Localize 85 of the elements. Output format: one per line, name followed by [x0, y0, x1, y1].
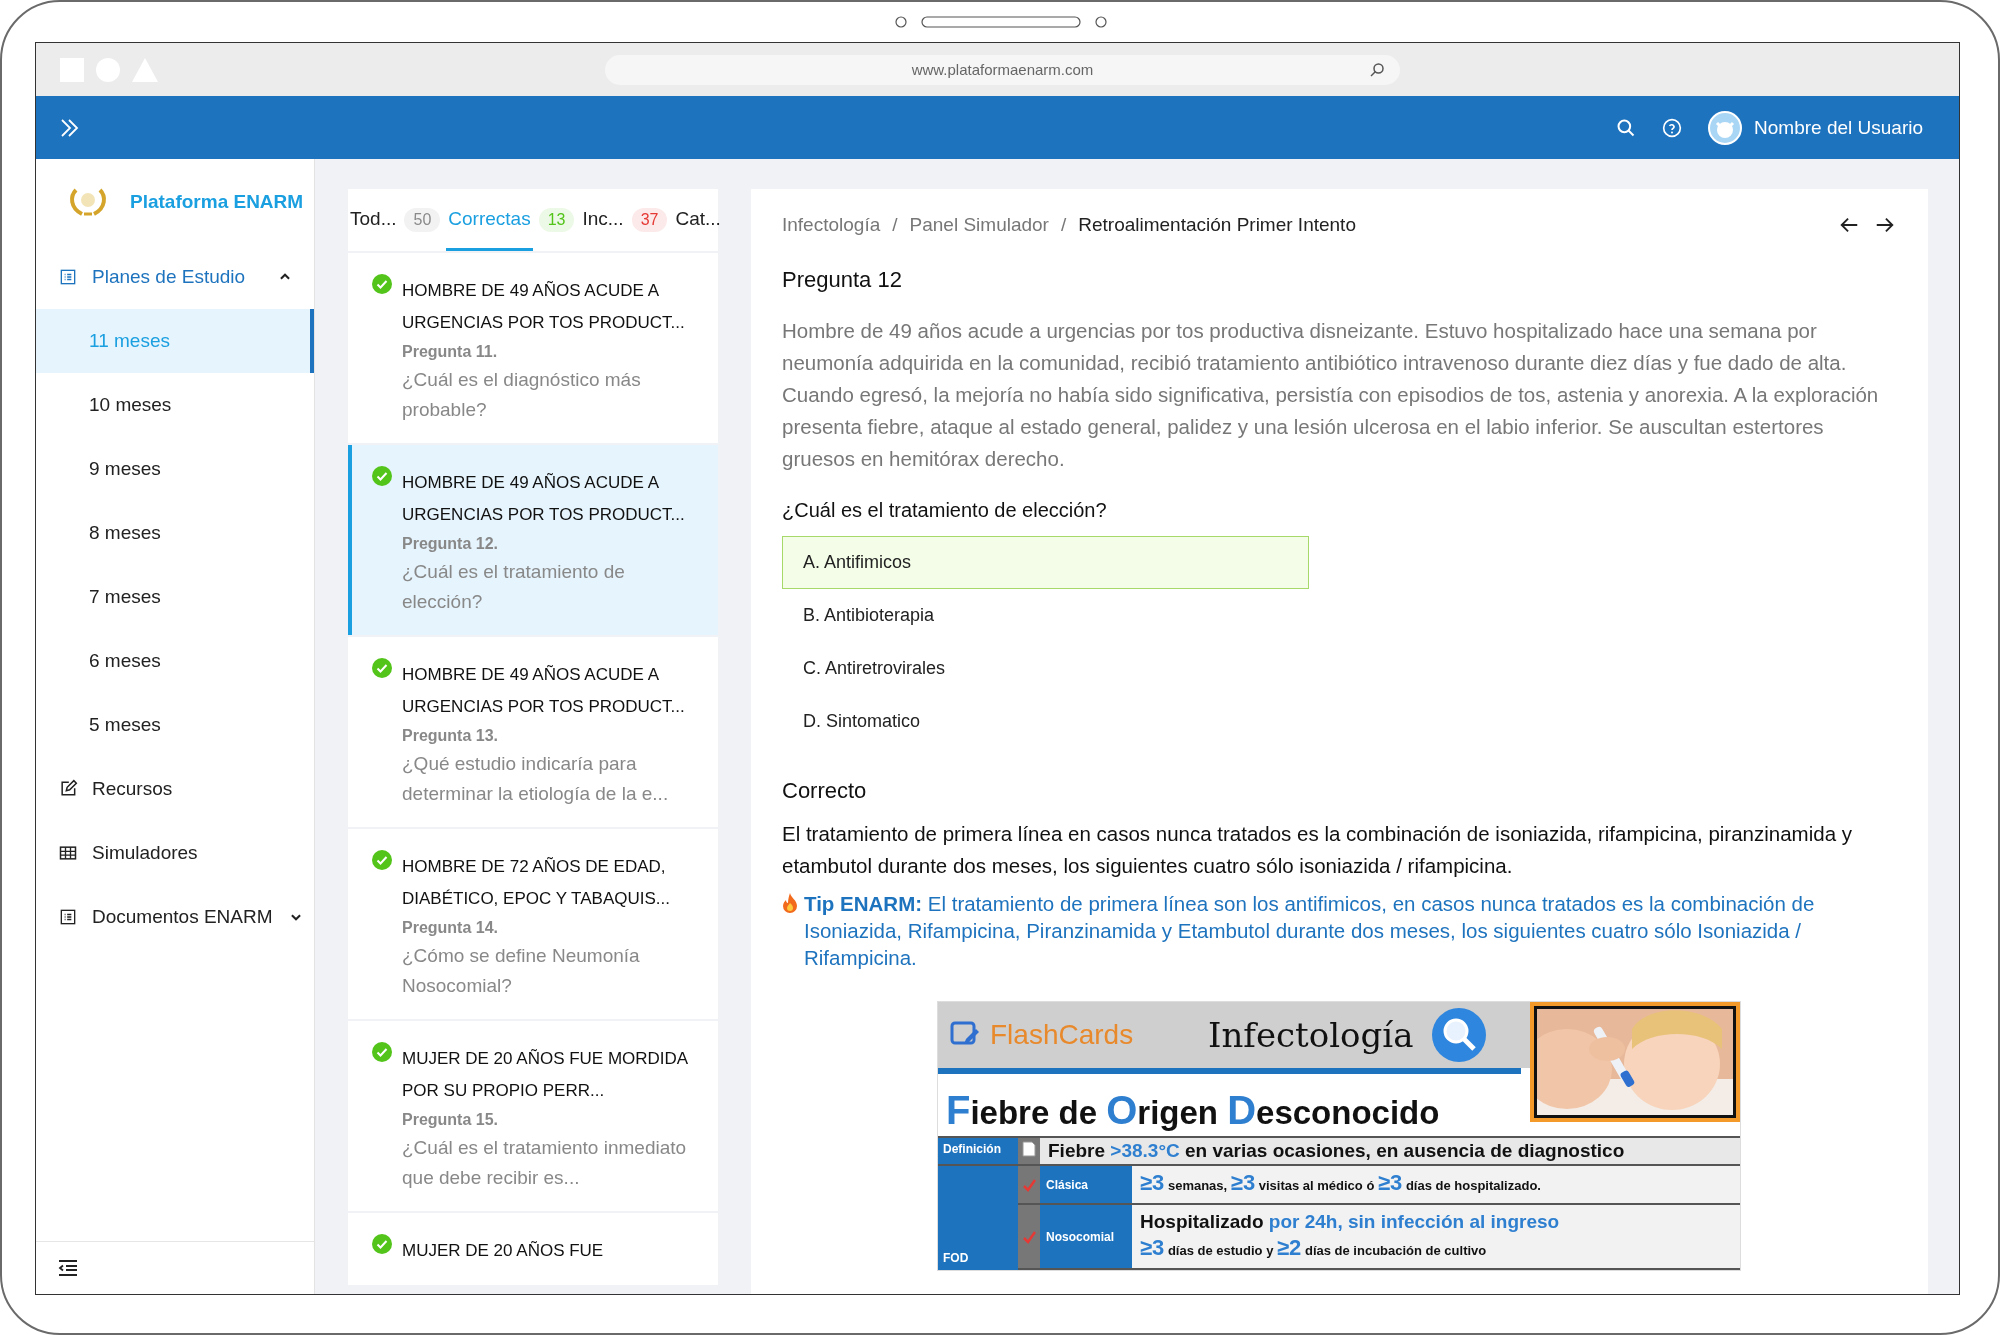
table-icon: [58, 843, 78, 863]
question-title: MUJER DE 20 AÑOS FUE: [402, 1240, 604, 1262]
row-label: Clásica: [1040, 1166, 1132, 1203]
search-icon: [1368, 60, 1386, 79]
question-card[interactable]: HOMBRE DE 49 AÑOS ACUDE A URGENCIAS POR TOS PRODUCT... Pregunta 13. ¿Qué estudio indicaría para determinar la etiología de la e...: [348, 637, 718, 827]
sidebar-subitem[interactable]: 9 meses: [36, 437, 314, 501]
speaker-slot-icon: [920, 16, 1081, 28]
breadcrumb-separator: /: [1060, 214, 1067, 236]
sidebar-subitem[interactable]: 6 meses: [36, 629, 314, 693]
question-card[interactable]: HOMBRE DE 72 AÑOS DE EDAD, DIABÉTICO, EPOC Y TABAQUIS... Pregunta 14. ¿Cómo se define Neumonía Nosocomial?: [348, 829, 718, 1019]
answer-option[interactable]: D. Sintomatico: [782, 695, 1309, 748]
result-heading: Correcto: [782, 778, 868, 804]
question-number: Pregunta 13.: [402, 727, 500, 745]
row-label: Definición: [938, 1138, 1018, 1164]
breadcrumb-item: Retroalimentación Primer Intento: [1078, 214, 1356, 236]
count-badge: 37: [631, 208, 668, 232]
collapse-menu-icon[interactable]: [58, 1259, 78, 1277]
explanation-text: El tratamiento de primera línea en casos nunca tratados es la combinación de isoniazida, rifampicina, piranzinamida y etambutol durante dos meses, los siguientes cuatro sólo isoniazida / rifampicina.: [782, 821, 1853, 879]
flashcards-brand: FlashCards: [990, 1019, 1134, 1051]
camera-icon: [894, 16, 907, 28]
brand-name: Plataforma ENARM: [130, 191, 304, 213]
criteria-text: Hospitalizado por 24h, sin infección al ingreso: [1140, 1210, 1561, 1234]
tip-text: Tip ENARM: El tratamiento de primera línea son los antifimicos, en casos nunca tratados es la combinación de Isoniazida, Rifampicina, Piranzinamida y Etambutol durante dos meses, los siguientes cuatro sólo Isoniazida / Rifampicina.: [804, 891, 1816, 971]
criteria-text: ≥3 semanas, ≥3 visitas al médico ó ≥3 días de hospitalizado.: [1140, 1170, 1542, 1197]
breadcrumb-item[interactable]: Panel Simulador: [909, 214, 1049, 236]
sidebar-subitem[interactable]: 7 meses: [36, 565, 314, 629]
question-title: MUJER DE 20 AÑOS FUE MORDIDA POR SU PROPIO PERR...: [402, 1048, 689, 1102]
question-heading: Pregunta 12: [782, 267, 903, 293]
question-title: HOMBRE DE 72 AÑOS DE EDAD, DIABÉTICO, EPOC Y TABAQUIS...: [402, 856, 671, 910]
filter-tab[interactable]: Cat...: [673, 189, 723, 251]
sidebar-subitem[interactable]: 10 meses: [36, 373, 314, 437]
question-text: ¿Cuál es el diagnóstico más probable?: [402, 368, 642, 422]
question-number: Pregunta 11.: [402, 343, 499, 361]
magnifier-icon: [1431, 1007, 1488, 1063]
filter-tab[interactable]: Tod...: [348, 189, 399, 251]
avatar-icon[interactable]: [1708, 110, 1743, 145]
answer-option[interactable]: A. Antifimicos: [782, 536, 1309, 589]
list-icon: [58, 267, 78, 287]
question-stem: Hombre de 49 años acude a urgencias por tos productiva disneizante. Estuvo hospitalizado hace una semana por neumonía adquirida en la comunidad, recibió tratamiento antibiótico intravenoso durante diez días y fue dado de alta. Cuando egresó, la mejoría no había sido significativa, persistía con episodios de tos, astenia y anorexia. A la exploración presenta fiebre, ataque al estado general, palidez y una lesión ulcerosa en el labio inferior. Se auscultan estertores gruesos en hemitórax derecho.: [782, 318, 1880, 472]
flashcard-title: Fiebre de Origen Desconocido: [945, 1087, 1441, 1134]
question-text: ¿Cómo se define Neumonía Nosocomial?: [402, 944, 641, 998]
question-prompt: ¿Cuál es el tratamiento de elección?: [782, 499, 1108, 522]
edit-icon: [58, 779, 78, 799]
question-text: ¿Qué estudio indicaría para determinar la etiología de la e...: [402, 752, 670, 806]
criteria-text: ≥3 días de estudio y ≥2 días de incubación de cultivo: [1140, 1235, 1488, 1262]
user-name[interactable]: Nombre del Usuario: [1754, 116, 1923, 139]
breadcrumb-item[interactable]: Infectología: [782, 214, 881, 236]
question-card[interactable]: HOMBRE DE 49 AÑOS ACUDE A URGENCIAS POR TOS PRODUCT... Pregunta 11. ¿Cuál es el diagnóstico más probable?: [348, 253, 718, 443]
question-text: ¿Cuál es el tratamiento de elección?: [402, 560, 626, 614]
question-card[interactable]: HOMBRE DE 49 AÑOS ACUDE A URGENCIAS POR TOS PRODUCT... Pregunta 12. ¿Cuál es el tratamiento de elección?: [348, 445, 718, 635]
sidebar-subitem[interactable]: 8 meses: [36, 501, 314, 565]
help-icon[interactable]: [1662, 117, 1683, 138]
sidebar-item[interactable]: Recursos: [36, 757, 314, 821]
sidebar-item[interactable]: Planes de Estudio: [36, 245, 314, 309]
count-badge: 13: [538, 208, 575, 232]
question-card[interactable]: MUJER DE 20 AÑOS FUE: [348, 1213, 718, 1285]
check-mark-icon: [1022, 1229, 1036, 1244]
filter-tab[interactable]: Inc...: [580, 189, 626, 251]
answer-option[interactable]: B. Antibioterapia: [782, 589, 1309, 642]
question-number: Pregunta 12.: [402, 535, 500, 553]
laurel-logo-icon: [68, 186, 108, 218]
check-mark-icon: [1022, 1177, 1036, 1192]
question-text: ¿Cuál es el tratamiento inmediato que debe recibir es...: [402, 1136, 688, 1190]
flashcard-subject: Infectología: [1208, 1014, 1414, 1057]
question-title: HOMBRE DE 49 AÑOS ACUDE A URGENCIAS POR TOS PRODUCT...: [402, 280, 686, 334]
count-badge: 50: [404, 208, 441, 232]
sidebar-item[interactable]: Simuladores: [36, 821, 314, 885]
flame-icon: [782, 893, 798, 913]
row-label: Nosocomial: [1040, 1205, 1132, 1268]
definition-text: Fiebre >38.3°C en varias ocasiones, en ausencia de diagnostico: [1040, 1138, 1740, 1164]
search-icon[interactable]: [1616, 117, 1637, 138]
sidebar-item[interactable]: Documentos ENARM: [36, 885, 314, 949]
question-number: Pregunta 14.: [402, 919, 500, 937]
sidebar-subitem[interactable]: 5 meses: [36, 693, 314, 757]
question-title: HOMBRE DE 49 AÑOS ACUDE A URGENCIAS POR TOS PRODUCT...: [402, 664, 686, 718]
group-label: FOD: [938, 1166, 1018, 1270]
address-bar[interactable]: www.plataformaenarm.com: [605, 54, 1400, 85]
breadcrumb-separator: /: [892, 214, 898, 236]
answer-option[interactable]: C. Antiretrovirales: [782, 642, 1309, 695]
question-title: HOMBRE DE 49 AÑOS ACUDE A URGENCIAS POR TOS PRODUCT...: [402, 472, 686, 526]
question-card[interactable]: MUJER DE 20 AÑOS FUE MORDIDA POR SU PROPIO PERR... Pregunta 15. ¿Cuál es el tratamiento inmediato que debe recibir es...: [348, 1021, 718, 1211]
document-icon: [1022, 1141, 1036, 1157]
list-icon: [58, 907, 78, 927]
sensor-icon: [1094, 16, 1107, 28]
question-number: Pregunta 15.: [402, 1111, 500, 1129]
